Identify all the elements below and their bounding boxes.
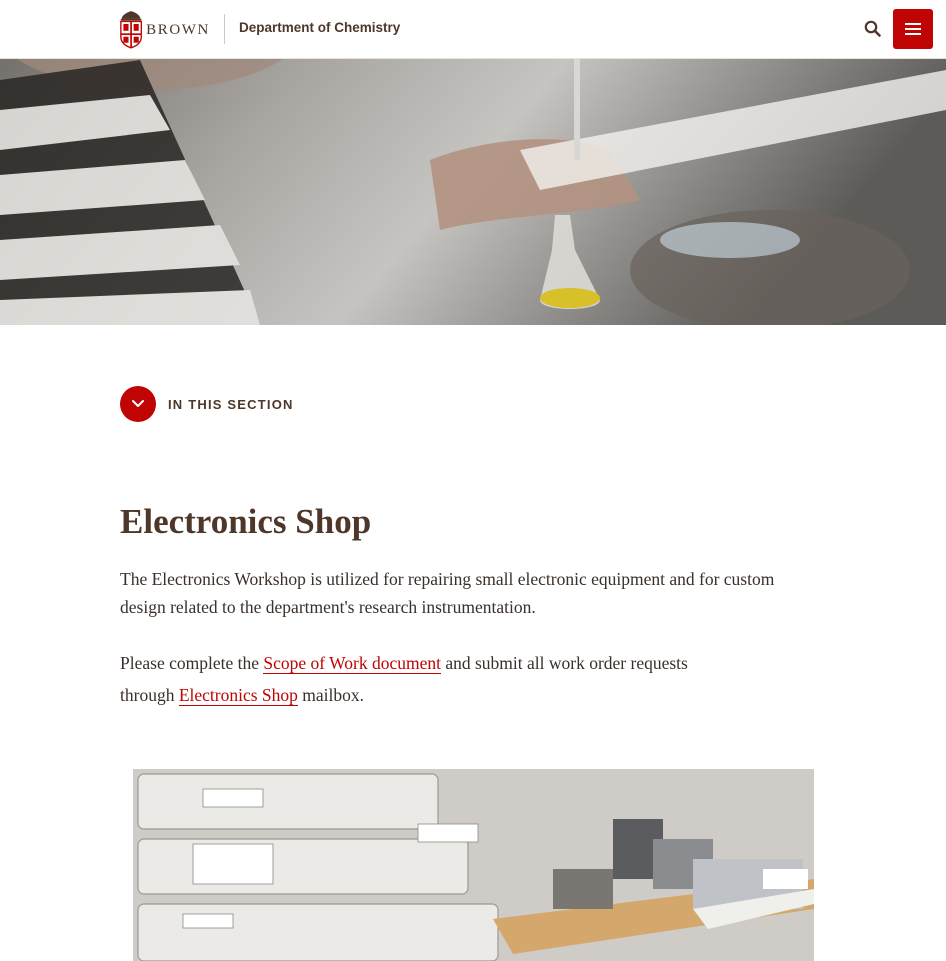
- search-button[interactable]: [862, 18, 884, 40]
- page-title: Electronics Shop: [120, 502, 372, 541]
- header-divider: [224, 14, 225, 44]
- brown-wordmark: BROWN: [146, 21, 210, 38]
- site-header: BROWN Department of Chemistry: [0, 0, 946, 59]
- electronics-shop-photo: [133, 769, 814, 961]
- section-toggle-label: IN THIS SECTION: [168, 396, 294, 412]
- work-order-paragraph: Please complete the Scope of Work docume…: [120, 647, 720, 711]
- para2-text-after: mailbox.: [297, 685, 365, 705]
- brown-shield-icon: [120, 10, 142, 49]
- scope-of-work-link[interactable]: Scope of Work document: [263, 653, 441, 674]
- electronics-shop-link[interactable]: Electronics Shop: [178, 685, 298, 706]
- intro-paragraph: The Electronics Workshop is utilized for…: [120, 569, 775, 617]
- section-toggle-button[interactable]: [120, 386, 156, 422]
- menu-button[interactable]: [893, 9, 933, 49]
- in-this-section-toggle[interactable]: IN THIS SECTION: [120, 386, 294, 422]
- search-icon: [864, 20, 881, 37]
- brown-logo[interactable]: BROWN: [120, 7, 210, 51]
- shop-photo-art: [133, 769, 814, 961]
- chevron-down-icon: [132, 400, 144, 407]
- menu-icon: [905, 23, 921, 35]
- department-name[interactable]: Department of Chemistry: [239, 20, 400, 35]
- para2-text-before: Please complete the: [120, 653, 264, 673]
